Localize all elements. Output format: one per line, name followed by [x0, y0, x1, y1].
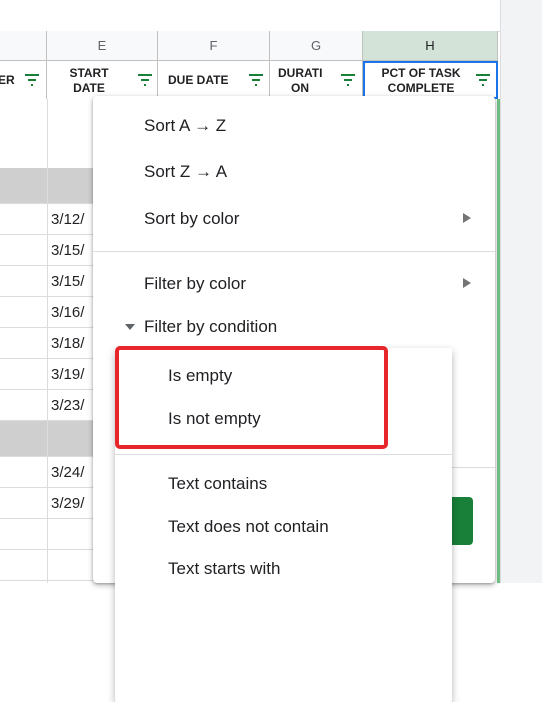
date-cell[interactable]: 3/18/	[51, 328, 84, 359]
section-row	[0, 421, 100, 457]
table-row: 3/23/	[0, 390, 100, 421]
date-cell[interactable]: 3/29/	[51, 488, 84, 519]
sort-z-a-item[interactable]: Sort Z → A	[144, 162, 227, 182]
filter-icon[interactable]	[340, 73, 356, 87]
header-cell-duration: DURATI ON	[270, 61, 363, 99]
menu-divider	[93, 251, 495, 252]
chevron-right-icon	[463, 213, 471, 223]
header-label: COMPLETE	[387, 81, 455, 95]
date-cell[interactable]: 3/24/	[51, 457, 84, 488]
date-cell[interactable]: 3/12/	[51, 204, 84, 235]
caret-down-icon	[125, 324, 135, 330]
table-row: 3/24/	[0, 457, 100, 488]
table-row: 3/19/	[0, 359, 100, 390]
section-row	[0, 168, 100, 204]
grid-line	[47, 99, 48, 583]
date-cell[interactable]: 3/15/	[51, 235, 84, 266]
filter-icon[interactable]	[137, 73, 153, 87]
date-cell[interactable]: 3/23/	[51, 390, 84, 421]
header-label: ON	[291, 81, 309, 95]
option-text-starts-with[interactable]: Text starts with	[168, 559, 280, 579]
column-header-g[interactable]: G	[270, 31, 363, 61]
column-header-d[interactable]	[0, 31, 47, 61]
date-cell[interactable]: 3/19/	[51, 359, 84, 390]
header-label: DURATI	[278, 66, 323, 80]
filter-icon[interactable]	[475, 73, 491, 87]
option-text-does-not-contain[interactable]: Text does not contain	[168, 517, 329, 537]
filter-by-color-item[interactable]: Filter by color	[144, 274, 246, 294]
table-row	[0, 519, 100, 550]
header-label: DUE DATE	[168, 73, 229, 87]
header-label: ER	[0, 73, 15, 87]
toolbar-strip	[0, 0, 500, 32]
date-cell[interactable]: 3/15/	[51, 266, 84, 297]
header-cell-due-date: DUE DATE	[158, 61, 270, 99]
highlight-box	[115, 346, 388, 449]
filter-by-condition-item[interactable]: Filter by condition	[144, 317, 277, 337]
table-row: 3/15/	[0, 235, 100, 266]
sort-a-z-item[interactable]: Sort A → Z	[144, 116, 226, 136]
header-label: DATE	[73, 81, 105, 95]
header-cell-start-date: START DATE	[47, 61, 158, 99]
option-text-contains[interactable]: Text contains	[168, 474, 267, 494]
header-cell-d: ER	[0, 61, 47, 99]
column-header-f[interactable]: F	[158, 31, 270, 61]
header-label: PCT OF TASK	[381, 66, 461, 80]
table-row: 3/15/	[0, 266, 100, 297]
table-row: 3/18/	[0, 328, 100, 359]
table-row: 3/29/	[0, 488, 100, 519]
table-row: 3/12/	[0, 204, 100, 235]
menu-divider	[115, 454, 452, 455]
column-header-e[interactable]: E	[47, 31, 158, 61]
table-row	[0, 550, 100, 581]
chevron-right-icon	[463, 278, 471, 288]
header-label: START	[69, 66, 109, 80]
header-cell-pct-complete[interactable]: PCT OF TASK COMPLETE	[363, 61, 498, 99]
sort-by-color-item[interactable]: Sort by color	[144, 209, 239, 229]
scrollbar-area[interactable]	[500, 0, 542, 583]
date-cell[interactable]: 3/16/	[51, 297, 84, 328]
column-header-h[interactable]: H	[363, 31, 498, 61]
table-row: 3/16/	[0, 297, 100, 328]
filter-menu: Sort A → Z Sort Z → A Sort by color Filt…	[93, 96, 495, 702]
filter-icon[interactable]	[24, 73, 40, 87]
filter-icon[interactable]	[248, 73, 264, 87]
